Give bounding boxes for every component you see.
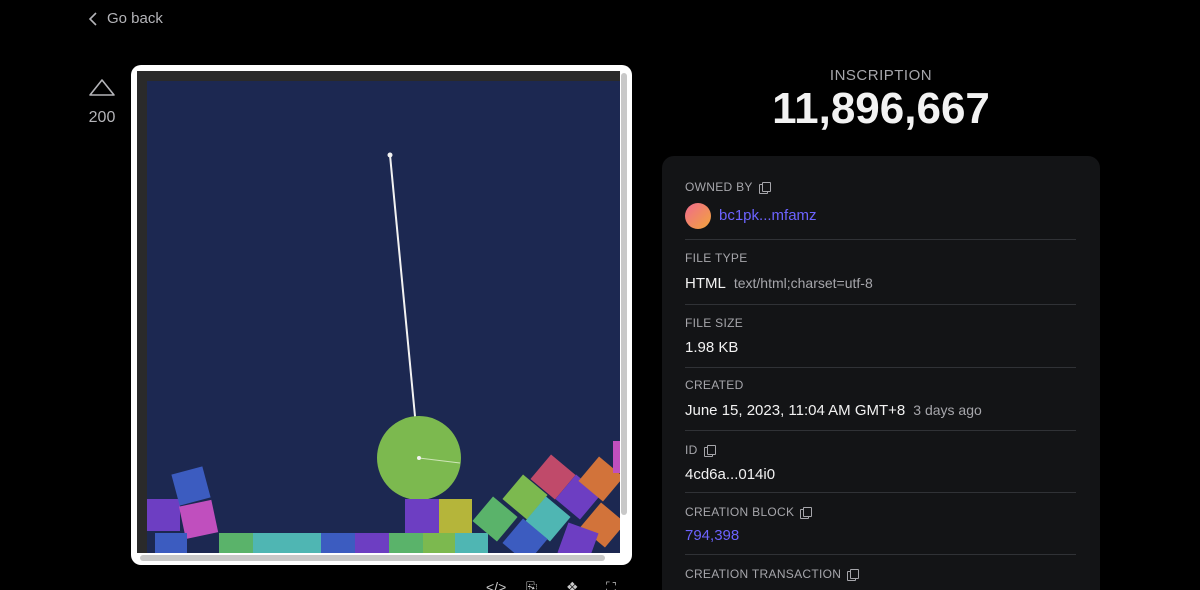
- id-row: ID 4cd6a...014i0: [685, 443, 1076, 493]
- created-relative: 3 days ago: [913, 402, 982, 418]
- preview-toolbar: </> ⎘ ❖ ⛶: [486, 580, 626, 590]
- created-row: CREATED June 15, 2023, 11:04 AM GMT+8 3 d…: [685, 378, 1076, 431]
- horizontal-scrollbar[interactable]: [140, 555, 605, 561]
- file-size-value: 1.98 KB: [685, 339, 739, 356]
- file-type-value: HTML: [685, 275, 726, 292]
- mime-type: text/html;charset=utf-8: [733, 275, 873, 291]
- block: [321, 533, 355, 553]
- canvas-edge-left: [137, 71, 147, 553]
- creation-block-row: CREATION BLOCK 794,398: [685, 505, 1076, 555]
- file-type-row: FILE TYPE HTML text/html;charset=utf-8: [685, 251, 1076, 305]
- created-value: June 15, 2023, 11:04 AM GMT+8: [685, 402, 906, 419]
- id-label: ID: [685, 443, 698, 457]
- block: [439, 499, 472, 533]
- creation-transaction-row: CREATION TRANSACTION: [685, 567, 1076, 590]
- avatar: [685, 203, 711, 229]
- inscription-preview: [131, 65, 632, 565]
- block: [219, 533, 253, 553]
- details-panel: OWNED BY bc1pk...mfamz FILE TYPE HTML tex…: [662, 156, 1100, 590]
- id-value: 4cd6a...014i0: [685, 466, 776, 483]
- upvote: 200: [86, 78, 118, 127]
- pendulum-ball-center: [417, 456, 421, 460]
- pendulum-string: [389, 154, 420, 459]
- twitter-icon[interactable]: ❖: [566, 580, 586, 590]
- code-icon[interactable]: </>: [486, 580, 506, 590]
- chevron-left-icon: [88, 11, 97, 26]
- block: [613, 441, 620, 473]
- block: [147, 499, 180, 531]
- canvas-edge-top: [137, 71, 620, 81]
- go-back-link[interactable]: Go back: [88, 10, 163, 27]
- block: [155, 533, 187, 553]
- upvote-count: 200: [88, 109, 116, 126]
- fullscreen-icon[interactable]: ⛶: [606, 580, 626, 590]
- block: [253, 533, 287, 553]
- copy-icon[interactable]: [847, 568, 860, 581]
- inscription-label: INSCRIPTION: [829, 67, 933, 84]
- owner-address-link[interactable]: bc1pk...mfamz: [719, 207, 817, 224]
- owned-by-row: OWNED BY bc1pk...mfamz: [685, 180, 1076, 240]
- upvote-triangle-icon[interactable]: [88, 78, 116, 98]
- preview-canvas[interactable]: [137, 71, 620, 553]
- inscription-number: 11,896,667: [772, 84, 990, 133]
- created-label: CREATED: [685, 378, 744, 392]
- copy-icon[interactable]: [758, 181, 771, 194]
- creation-block-label: CREATION BLOCK: [685, 505, 795, 519]
- file-type-label: FILE TYPE: [685, 251, 748, 265]
- block: [355, 533, 389, 553]
- block: [423, 533, 455, 553]
- block: [389, 533, 423, 553]
- physics-scene: [137, 71, 620, 553]
- copy-icon[interactable]: [703, 444, 716, 457]
- pendulum-pivot: [387, 152, 393, 158]
- file-size-label: FILE SIZE: [685, 316, 744, 330]
- go-back-label: Go back: [107, 10, 163, 27]
- block: [455, 533, 488, 553]
- creation-block-link[interactable]: 794,398: [685, 527, 739, 544]
- copy-icon[interactable]: ⎘: [526, 580, 546, 590]
- vertical-scrollbar[interactable]: [621, 73, 627, 515]
- file-size-row: FILE SIZE 1.98 KB: [685, 316, 1076, 368]
- block: [287, 533, 321, 553]
- copy-icon[interactable]: [800, 506, 813, 519]
- owned-by-label: OWNED BY: [685, 180, 753, 194]
- creation-transaction-label: CREATION TRANSACTION: [685, 567, 842, 581]
- block: [405, 499, 439, 533]
